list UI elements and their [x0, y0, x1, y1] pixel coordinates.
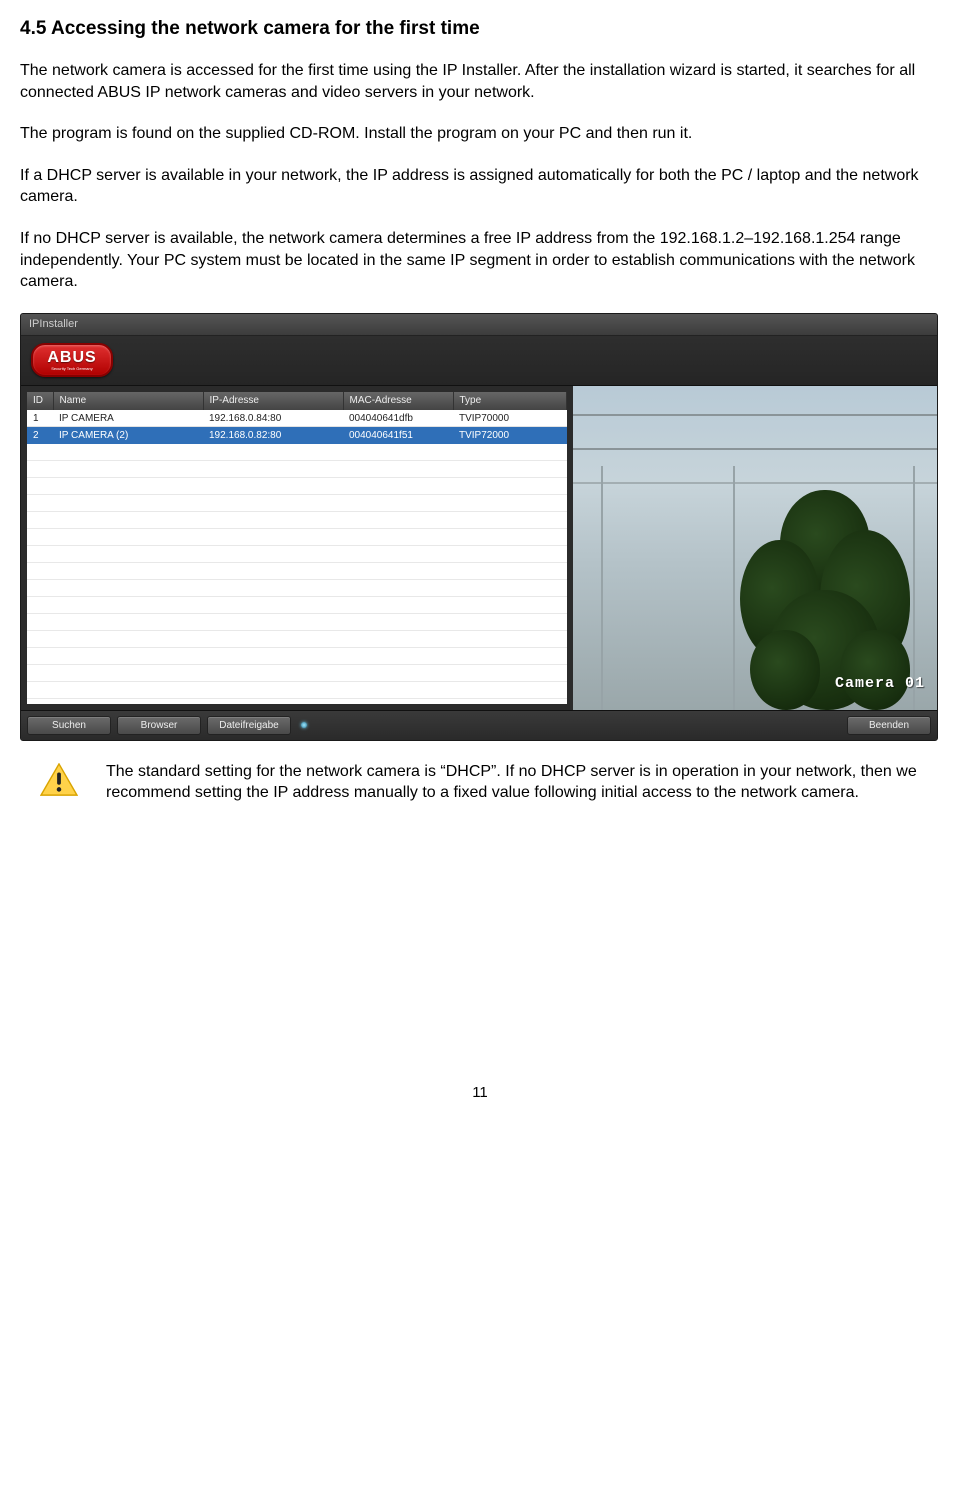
paragraph-4: If no DHCP server is available, the netw…	[20, 228, 940, 293]
status-led-icon	[301, 722, 307, 728]
cell-type: TVIP70000	[453, 410, 567, 427]
abus-logo-subtext: Security Tech Germany	[51, 367, 93, 371]
cell-name: IP CAMERA	[53, 410, 203, 427]
table-row[interactable]: 1 IP CAMERA 192.168.0.84:80 004040641dfb…	[27, 410, 567, 427]
paragraph-2: The program is found on the supplied CD-…	[20, 123, 940, 145]
abus-logo: ABUS Security Tech Germany	[31, 343, 113, 377]
camera-overlay-text: Camera 01	[835, 675, 925, 692]
col-mac[interactable]: MAC-Adresse	[343, 392, 453, 410]
cell-mac: 004040641f51	[343, 427, 453, 444]
device-table[interactable]: ID Name IP-Adresse MAC-Adresse Type 1 IP…	[27, 392, 567, 445]
abus-logo-text: ABUS	[47, 350, 96, 366]
col-ip[interactable]: IP-Adresse	[203, 392, 343, 410]
col-type[interactable]: Type	[453, 392, 567, 410]
exit-button[interactable]: Beenden	[847, 716, 931, 735]
cell-id: 1	[27, 410, 53, 427]
table-empty-area	[27, 444, 567, 704]
cell-ip: 192.168.0.84:80	[203, 410, 343, 427]
cell-id: 2	[27, 427, 53, 444]
ipinstaller-window: IPInstaller ABUS Security Tech Germany I…	[20, 313, 938, 741]
browser-button[interactable]: Browser	[117, 716, 201, 735]
search-button[interactable]: Suchen	[27, 716, 111, 735]
warning-icon	[40, 763, 78, 797]
paragraph-1: The network camera is accessed for the f…	[20, 60, 940, 103]
cell-mac: 004040641dfb	[343, 410, 453, 427]
paragraph-3: If a DHCP server is available in your ne…	[20, 165, 940, 208]
col-id[interactable]: ID	[27, 392, 53, 410]
file-share-button[interactable]: Dateifreigabe	[207, 716, 291, 735]
window-footer: Suchen Browser Dateifreigabe Beenden	[21, 710, 937, 740]
window-titlebar: IPInstaller	[21, 314, 937, 336]
page-number: 11	[20, 1084, 940, 1121]
section-heading: 4.5 Accessing the network camera for the…	[20, 18, 940, 40]
table-header-row: ID Name IP-Adresse MAC-Adresse Type	[27, 392, 567, 410]
col-name[interactable]: Name	[53, 392, 203, 410]
warning-note: The standard setting for the network cam…	[20, 761, 940, 804]
device-table-wrap: ID Name IP-Adresse MAC-Adresse Type 1 IP…	[21, 386, 573, 710]
cell-name: IP CAMERA (2)	[53, 427, 203, 444]
cell-ip: 192.168.0.82:80	[203, 427, 343, 444]
cell-type: TVIP72000	[453, 427, 567, 444]
table-row[interactable]: 2 IP CAMERA (2) 192.168.0.82:80 00404064…	[27, 427, 567, 444]
camera-preview: Camera 01	[573, 386, 937, 710]
window-title: IPInstaller	[29, 318, 78, 330]
logo-area: ABUS Security Tech Germany	[21, 336, 937, 386]
warning-note-text: The standard setting for the network cam…	[106, 761, 940, 804]
